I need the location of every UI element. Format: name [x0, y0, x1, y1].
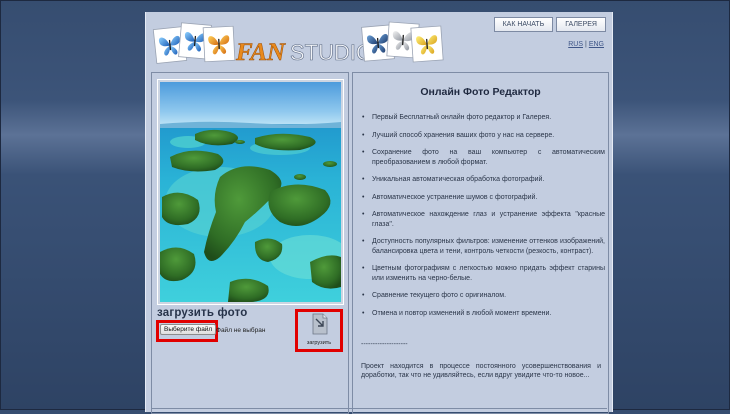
- feature-item: Автоматическое нахождение глаз и устране…: [361, 210, 605, 229]
- lang-separator: |: [585, 41, 587, 48]
- file-status-text: Файл не выбран: [216, 327, 266, 334]
- feature-item: Лучший способ хранения ваших фото у нас …: [361, 131, 605, 141]
- upload-button[interactable]: загрузить: [301, 313, 337, 349]
- preview-photo: [160, 82, 341, 302]
- nav-how-to-start[interactable]: КАК НАЧАТЬ: [493, 17, 554, 32]
- feature-item: Сохранение фото на ваш компьютер с автом…: [361, 148, 605, 167]
- feature-item: Автоматическое устранение шумов с фотогр…: [361, 193, 605, 203]
- choose-file-button[interactable]: Выберите файл: [160, 324, 217, 335]
- lang-rus-link[interactable]: RUS: [568, 41, 583, 48]
- features-list: Первый Бесплатный онлайн фото редактор и…: [361, 113, 605, 327]
- preview-frame: [157, 79, 344, 305]
- top-nav: КАК НАЧАТЬ ГАЛЕРЕЯ: [493, 17, 606, 32]
- brand-fan-text: FAN: [235, 39, 286, 66]
- page-container: FAN STUDIO КАК НАЧАТЬ ГАЛЕРЕЯ RUS|ENG: [145, 12, 613, 414]
- editor-title: Онлайн Фото Редактор: [420, 86, 541, 98]
- feature-item: Отмена и повтор изменений в любой момент…: [361, 309, 605, 319]
- feature-item: Доступность популярных фильтров: изменен…: [361, 237, 605, 256]
- butterfly-card-3: [202, 25, 236, 63]
- feature-item: Уникальная автоматическая обработка фото…: [361, 175, 605, 185]
- site-logo[interactable]: FAN STUDIO: [152, 18, 452, 74]
- language-switcher: RUS | ENG: [568, 41, 604, 48]
- feature-item: Цветным фотографиям с легкостью можно пр…: [361, 264, 605, 283]
- butterfly-card-6: [410, 25, 444, 63]
- info-panel: Онлайн Фото Редактор Первый Бесплатный о…: [352, 72, 609, 414]
- lang-eng-link[interactable]: ENG: [589, 41, 604, 48]
- text-divider: --------------------: [361, 341, 408, 348]
- brand-studio-text: STUDIO: [290, 40, 373, 65]
- bottom-divider: [151, 408, 607, 409]
- upload-panel: загрузить фото Выберите файл Файл не выб…: [151, 72, 349, 414]
- feature-item: Первый Бесплатный онлайн фото редактор и…: [361, 113, 605, 123]
- project-note: Проект находится в процессе постоянного …: [361, 363, 601, 380]
- upload-icon: [312, 313, 328, 335]
- nav-gallery[interactable]: ГАЛЕРЕЯ: [556, 17, 606, 32]
- upload-title: загрузить фото: [157, 307, 248, 319]
- upload-button-label: загрузить: [306, 340, 332, 346]
- feature-item: Сравнение текущего фото с оригиналом.: [361, 291, 605, 301]
